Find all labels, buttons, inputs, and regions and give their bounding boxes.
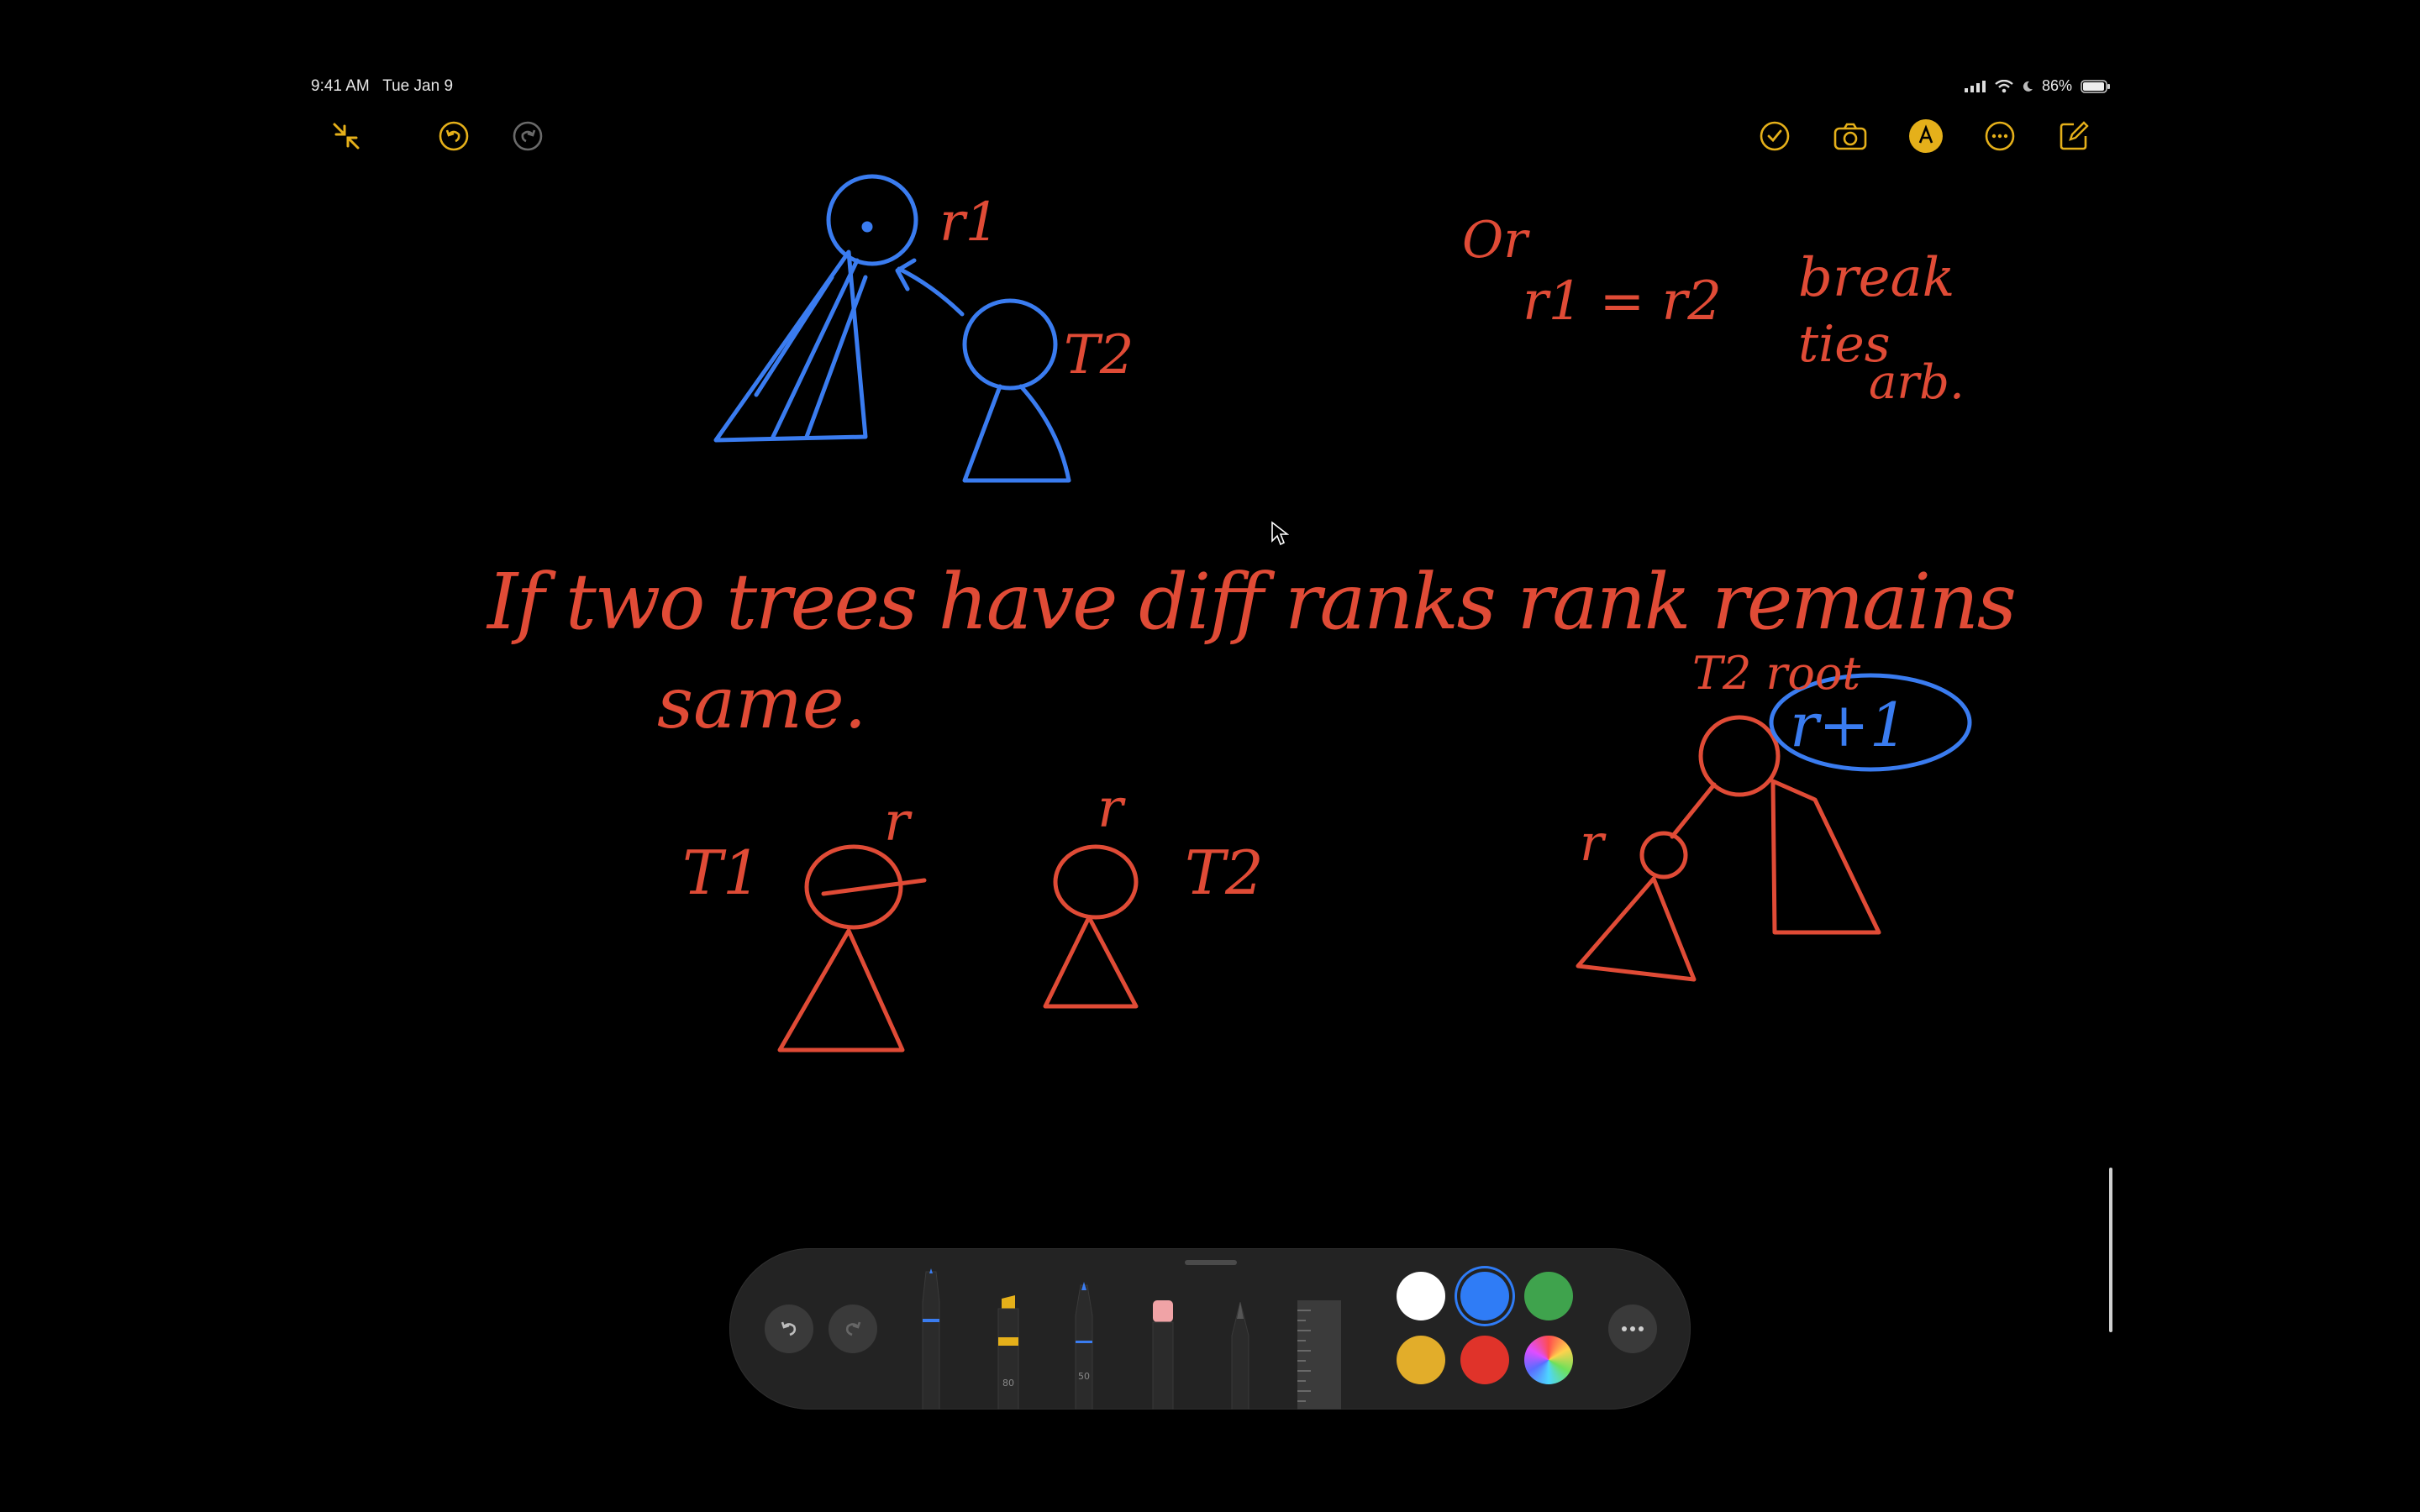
blue-tree-diagram <box>713 174 1071 483</box>
eraser-tool-icon[interactable] <box>1146 1300 1180 1410</box>
label-r-c: r <box>1580 814 1607 873</box>
text-equation: r1 = r2 <box>1523 270 1722 333</box>
text-or: Or <box>1462 211 1530 270</box>
text-line2: same. <box>657 662 866 744</box>
highlighter-size-label: 80 <box>1002 1378 1014 1389</box>
text-break: break <box>1798 247 1954 309</box>
blue-pen-tool-icon[interactable]: 50 <box>1067 1282 1101 1410</box>
label-T2-bottom: T2 <box>1185 837 1264 908</box>
palette-redo-button[interactable] <box>829 1305 877 1353</box>
label-r-a: r <box>884 791 913 853</box>
ruler-tool-icon[interactable] <box>1296 1300 1343 1410</box>
pointer-cursor-icon <box>1271 521 1289 546</box>
color-swatch-blue[interactable] <box>1460 1272 1509 1320</box>
tool-palette: 80 50 <box>729 1248 1691 1410</box>
ellipsis-icon <box>1622 1326 1644 1331</box>
pen-size-label: 50 <box>1078 1371 1090 1382</box>
tree-triangle <box>713 249 868 443</box>
label-T1: T1 <box>682 837 761 908</box>
scroll-indicator[interactable] <box>2109 1168 2112 1332</box>
link-arrow <box>895 258 965 317</box>
redo-arrow-icon <box>845 1321 861 1336</box>
pen-tool-icon[interactable] <box>914 1268 948 1410</box>
label-r-plus-one: r+1 <box>1790 690 1908 760</box>
red-trees-bottom <box>777 844 1139 1053</box>
palette-undo-button[interactable] <box>765 1305 813 1353</box>
label-r1: r1 <box>939 192 999 254</box>
highlighter-tool-icon[interactable]: 80 <box>992 1295 1025 1410</box>
pencil-tool-icon[interactable] <box>1223 1302 1257 1410</box>
label-T2-top: T2 <box>1064 324 1134 386</box>
palette-more-button[interactable] <box>1608 1305 1657 1353</box>
palette-handle[interactable] <box>1185 1260 1237 1265</box>
color-wheel-icon[interactable] <box>1524 1336 1573 1384</box>
color-swatch-green[interactable] <box>1524 1272 1573 1320</box>
undo-arrow-icon <box>781 1321 797 1336</box>
text-line1: If two trees have diff ranks rank remain… <box>486 557 2017 647</box>
t2-triangle <box>962 384 1071 483</box>
color-swatch-white[interactable] <box>1397 1272 1445 1320</box>
tree-root-circle <box>826 174 918 266</box>
color-swatch-yellow[interactable] <box>1397 1336 1445 1384</box>
text-arb: arb. <box>1869 355 1965 410</box>
t2-root-circle <box>962 298 1058 391</box>
color-swatch-red[interactable] <box>1460 1336 1509 1384</box>
label-r-b: r <box>1097 778 1126 840</box>
